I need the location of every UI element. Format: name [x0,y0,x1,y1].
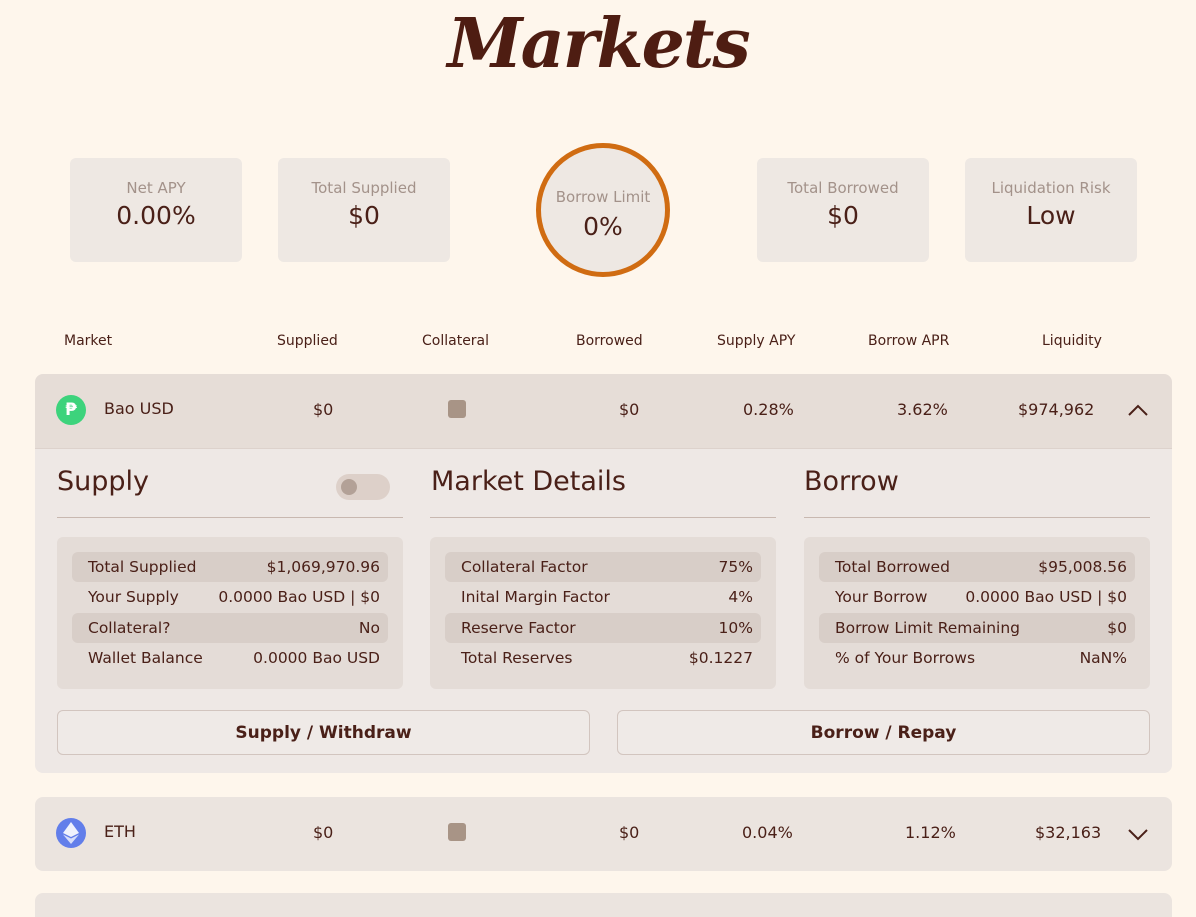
total-supplied-label: Total Supplied [311,179,417,197]
market-details-info-box: Collateral Factor 75% Inital Margin Fact… [430,537,776,689]
info-value: 0.0000 Bao USD [253,649,380,667]
market-borrow-apr: 1.12% [905,823,956,842]
info-key: % of Your Borrows [835,649,976,667]
borrow-limit-value: 0% [583,212,623,241]
info-key: Total Reserves [461,649,573,667]
info-row: Reserve Factor 10% [445,613,761,643]
info-row: Your Supply 0.0000 Bao USD | $0 [72,582,388,612]
total-borrowed-value: $0 [827,201,859,230]
market-details-divider [430,517,776,518]
market-row-next[interactable] [35,893,1172,917]
info-value: 75% [718,558,753,576]
page-title: Markets [447,4,750,84]
info-key: Borrow Limit Remaining [835,619,1020,637]
market-supplied: $0 [313,400,334,419]
info-key: Inital Margin Factor [461,588,610,606]
info-row: Total Supplied $1,069,970.96 [72,552,388,582]
market-liquidity: $32,163 [1035,823,1102,842]
col-header-borrowed: Borrowed [576,333,643,349]
market-details-section-title: Market Details [431,466,626,497]
collateral-checkbox[interactable] [448,400,466,418]
market-supplied: $0 [313,823,334,842]
net-apy-card: Net APY 0.00% [70,158,242,262]
bao-usd-icon: ₱ [56,395,86,425]
supply-divider [57,517,403,518]
total-borrowed-card: Total Borrowed $0 [757,158,929,262]
info-row: Total Reserves $0.1227 [445,643,761,673]
chevron-down-icon[interactable] [1127,823,1149,845]
market-borrow-apr: 3.62% [897,400,948,419]
supply-section-title: Supply [57,466,150,497]
col-header-liquidity: Liquidity [1042,333,1102,349]
borrow-limit-label: Borrow Limit [555,188,651,206]
borrow-repay-button[interactable]: Borrow / Repay [617,710,1150,755]
info-value: $0 [1107,619,1127,637]
market-name: Bao USD [104,399,174,418]
eth-diamond-icon [63,822,79,844]
info-value: 0.0000 Bao USD | $0 [965,588,1127,606]
market-name: ETH [104,822,136,841]
col-header-supply-apy: Supply APY [717,333,796,349]
info-row: Wallet Balance 0.0000 Bao USD [72,643,388,673]
info-key: Reserve Factor [461,619,576,637]
info-key: Collateral Factor [461,558,588,576]
info-value: $95,008.56 [1038,558,1127,576]
market-row-bao-usd[interactable]: ₱ Bao USD $0 $0 0.28% 3.62% $974,962 [35,374,1172,448]
market-borrowed: $0 [619,400,640,419]
col-header-borrow-apr: Borrow APR [868,333,950,349]
supply-withdraw-button[interactable]: Supply / Withdraw [57,710,590,755]
info-row: Inital Margin Factor 4% [445,582,761,612]
supply-info-box: Total Supplied $1,069,970.96 Your Supply… [57,537,403,689]
info-key: Total Supplied [88,558,197,576]
info-value: $1,069,970.96 [266,558,380,576]
info-value: $0.1227 [688,649,753,667]
info-row: Collateral Factor 75% [445,552,761,582]
info-value: 4% [728,588,753,606]
info-key: Your Supply [88,588,179,606]
market-liquidity: $974,962 [1018,400,1095,419]
info-value: 0.0000 Bao USD | $0 [218,588,380,606]
info-value: No [358,619,380,637]
info-value: 10% [718,619,753,637]
info-key: Total Borrowed [835,558,950,576]
collateral-checkbox[interactable] [448,823,466,841]
total-borrowed-label: Total Borrowed [787,179,899,197]
borrow-info-box: Total Borrowed $95,008.56 Your Borrow 0.… [804,537,1150,689]
borrow-section-title: Borrow [804,466,899,497]
liquidation-risk-label: Liquidation Risk [991,179,1111,197]
info-key: Your Borrow [835,588,928,606]
supply-toggle[interactable] [336,474,390,500]
eth-icon [56,818,86,848]
info-row: Borrow Limit Remaining $0 [819,613,1135,643]
chevron-up-icon[interactable] [1127,400,1149,422]
market-row-eth[interactable]: ETH $0 $0 0.04% 1.12% $32,163 [35,797,1172,871]
total-supplied-value: $0 [348,201,380,230]
col-header-collateral: Collateral [422,333,490,349]
toggle-knob [341,479,357,495]
col-header-supplied: Supplied [277,333,338,349]
market-supply-apy: 0.04% [742,823,793,842]
info-value: NaN% [1079,649,1127,667]
info-row: Collateral? No [72,613,388,643]
info-row: % of Your Borrows NaN% [819,643,1135,673]
liquidation-risk-value: Low [1026,201,1076,230]
liquidation-risk-card: Liquidation Risk Low [965,158,1137,262]
info-row: Your Borrow 0.0000 Bao USD | $0 [819,582,1135,612]
net-apy-value: 0.00% [116,201,196,230]
col-header-market: Market [64,333,113,349]
net-apy-label: Net APY [126,179,186,197]
info-key: Collateral? [88,619,171,637]
market-borrowed: $0 [619,823,640,842]
total-supplied-card: Total Supplied $0 [278,158,450,262]
info-row: Total Borrowed $95,008.56 [819,552,1135,582]
borrow-limit-gauge: Borrow Limit 0% [536,143,670,277]
borrow-divider [804,517,1150,518]
market-supply-apy: 0.28% [743,400,794,419]
info-key: Wallet Balance [88,649,203,667]
